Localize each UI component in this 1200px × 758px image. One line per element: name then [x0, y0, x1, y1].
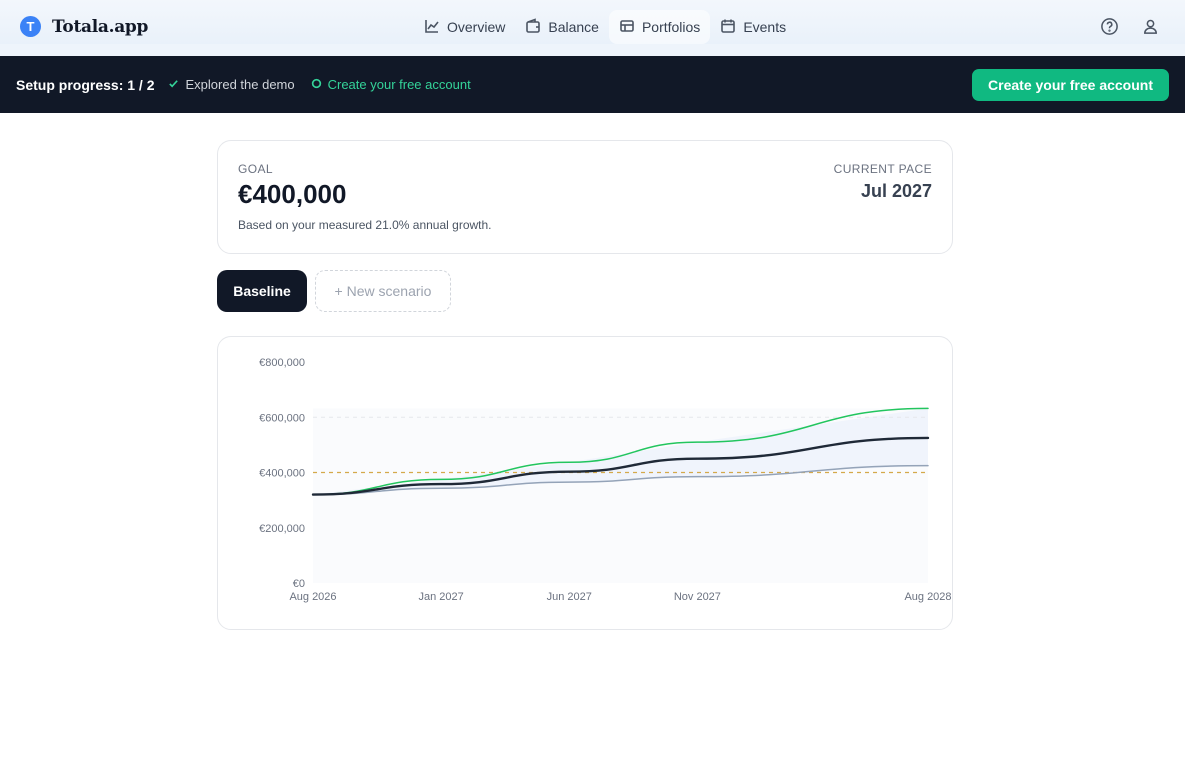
y-tick-label: €600,000	[259, 412, 305, 424]
wallet-icon	[525, 17, 541, 37]
goal-label: GOAL	[238, 162, 273, 176]
y-tick-label: €0	[293, 578, 305, 590]
x-tick-label: Nov 2027	[674, 591, 721, 603]
x-tick-label: Jan 2027	[418, 591, 463, 603]
setup-step-label: Explored the demo	[185, 77, 295, 92]
nav-item-balance[interactable]: Balance	[515, 10, 609, 44]
setup-step-label: Create your free account	[327, 77, 471, 92]
nav-item-portfolios[interactable]: Portfolios	[608, 10, 711, 44]
setup-step-explored: Explored the demo	[168, 77, 295, 92]
goal-note: Based on your measured 21.0% annual grow…	[238, 218, 492, 232]
setup-progress-banner: Setup progress: 1 / 2 Explored the demo …	[0, 56, 1185, 113]
goal-value: €400,000	[238, 179, 347, 209]
circle-icon	[311, 77, 322, 92]
nav-item-label: Events	[743, 19, 787, 35]
nav-item-label: Portfolios	[641, 19, 701, 35]
chart-line-icon	[424, 18, 440, 37]
nav-item-label: Overview	[447, 19, 506, 35]
current-pace-label: CURRENT PACE	[833, 162, 932, 176]
projection-chart: €0 €200,000 €400,000 €600,000 €800,000 Aug 20…	[259, 357, 951, 603]
check-icon	[168, 77, 179, 92]
user-icon[interactable]	[1141, 17, 1160, 36]
app-logo[interactable]: T Totala.app	[20, 16, 148, 37]
nav-item-events[interactable]: Events	[710, 10, 796, 44]
header-actions	[1100, 17, 1160, 36]
help-icon[interactable]	[1100, 17, 1119, 36]
app-name: Totala.app	[52, 16, 149, 37]
main-nav: Overview Balance Portfolios Events	[414, 10, 796, 44]
top-navigation-bar: T Totala.app Overview Balance Portfolios…	[0, 0, 1185, 56]
y-tick-label: €200,000	[259, 523, 305, 535]
create-account-button[interactable]: Create your free account	[972, 69, 1169, 101]
calendar-icon	[720, 18, 736, 37]
y-tick-label: €400,000	[259, 468, 305, 480]
setup-progress-title: Setup progress: 1 / 2	[16, 76, 155, 93]
nav-item-label: Balance	[548, 19, 599, 35]
new-scenario-button[interactable]: + New scenario	[315, 270, 451, 312]
logo-icon: T	[20, 16, 41, 37]
current-pace-value: Jul 2027	[860, 181, 932, 201]
y-tick-label: €800,000	[259, 357, 305, 369]
nav-item-overview[interactable]: Overview	[414, 10, 515, 44]
x-tick-label: Jun 2027	[547, 591, 592, 603]
x-tick-label: Aug 2028	[904, 591, 951, 603]
setup-step-create-account[interactable]: Create your free account	[311, 77, 471, 92]
projection-chart-card: €0 €200,000 €400,000 €600,000 €800,000 Aug 20…	[217, 336, 953, 630]
goal-card: GOAL €400,000 Based on your measured 21.…	[217, 140, 953, 254]
x-tick-label: Aug 2026	[289, 591, 336, 603]
portfolio-icon	[619, 18, 635, 37]
scenario-tab-baseline[interactable]: Baseline	[217, 270, 307, 312]
